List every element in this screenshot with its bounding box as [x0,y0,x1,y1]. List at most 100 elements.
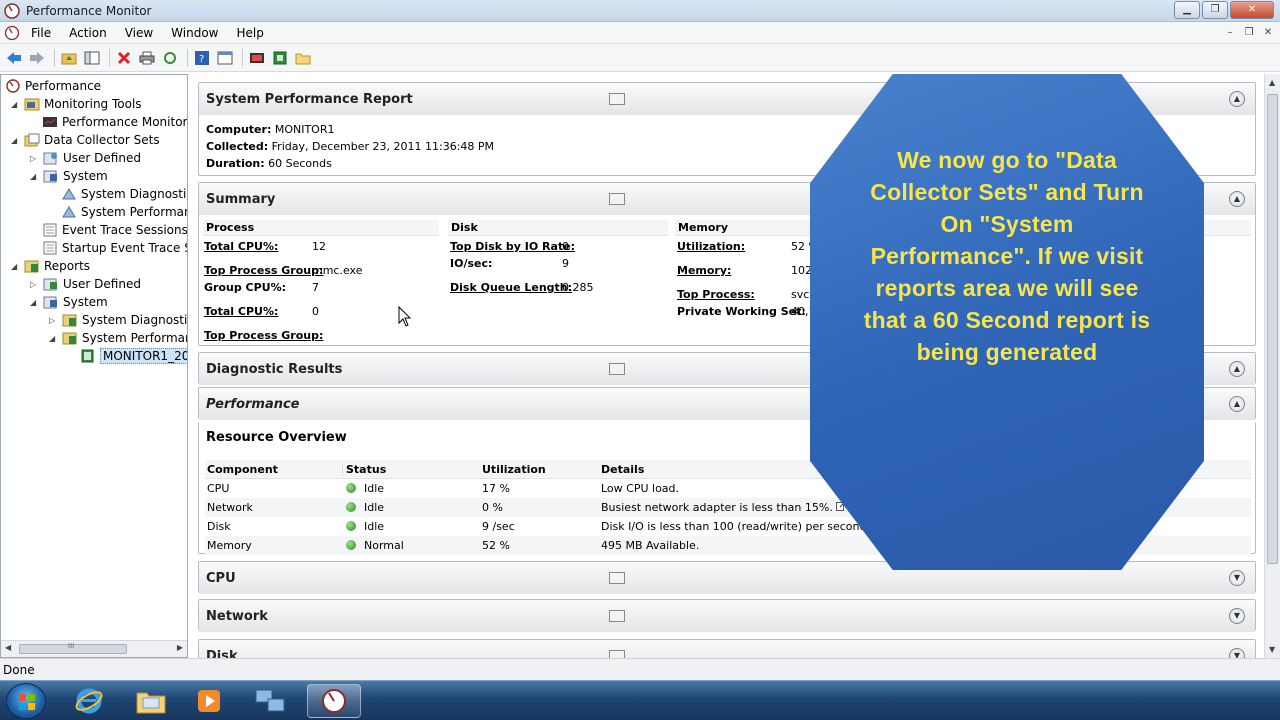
taskbar-internet-explorer[interactable] [62,684,116,718]
menu-file[interactable]: File [22,26,60,40]
expand-arrow-icon[interactable]: ◢ [30,172,40,181]
menu-window[interactable]: Window [162,26,227,40]
expand-arrow-icon[interactable]: ▷ [30,154,40,163]
mdi-minimize-button[interactable]: – [1222,25,1238,41]
window-title: Performance Monitor [26,3,152,18]
tree-item-monitoring-tools[interactable]: ◢ Monitoring Tools [11,95,142,113]
mdi-close-button[interactable]: ✕ [1260,25,1276,41]
expand-arrow-icon[interactable]: ◢ [11,100,21,109]
table-view-icon[interactable] [609,363,625,375]
io-sec-label: IO/sec: [450,257,493,270]
expand-icon[interactable]: ▼ [1229,570,1245,586]
column-header-component[interactable]: Component [207,463,343,476]
properties-button[interactable] [215,48,235,68]
menu-action[interactable]: Action [60,26,116,40]
tree-horizontal-scrollbar[interactable]: ◀ III ▶ [1,640,187,657]
disk-header[interactable]: Disk ▼ [199,640,1255,658]
close-button[interactable]: ✕ [1230,1,1274,19]
expand-arrow-icon[interactable]: ◢ [49,334,59,343]
total-cpu-link[interactable]: Total CPU%: [204,240,278,253]
taskbar-media-player[interactable] [182,684,236,718]
tree-item-dcs-system-diagnostics[interactable]: System Diagnostics [61,185,187,203]
top-process-group-link-2[interactable]: Top Process Group: [204,329,323,342]
tree-item-startup-event-trace[interactable]: Startup Event Trace Ses [42,239,187,257]
expand-arrow-icon[interactable]: ▷ [30,280,40,289]
table-view-icon[interactable] [609,572,625,584]
back-button[interactable] [4,48,24,68]
menu-view[interactable]: View [116,26,162,40]
tree-item-reports[interactable]: ◢ Reports [11,257,90,275]
table-view-icon[interactable] [609,193,625,205]
tree-item-reports-user-defined[interactable]: ▷ User Defined [30,275,141,293]
memory-utilization-link[interactable]: Utilization: [677,240,745,253]
mdi-restore-button[interactable]: ❐ [1241,25,1257,41]
table-view-icon[interactable] [609,610,625,622]
scroll-left-icon[interactable]: ◀ [5,643,11,652]
column-header-utilization[interactable]: Utilization [482,463,598,476]
disk-queue-length-link[interactable]: Disk Queue Length: [450,281,572,294]
taskbar-performance-monitor[interactable] [307,684,361,718]
show-hide-tree-button[interactable] [82,48,102,68]
stop-button[interactable] [247,48,267,68]
network-header[interactable]: Network ▼ [199,600,1255,632]
minimize-button[interactable]: ▁ [1174,1,1200,19]
expand-arrow-icon[interactable]: ◢ [30,298,40,307]
tree-item-reports-system-diagnostics[interactable]: ▷ System Diagnostics [49,311,187,329]
column-header-details[interactable]: Details [601,463,644,476]
top-process-group-link[interactable]: Top Process Group: [204,264,323,277]
total-cpu-link-2[interactable]: Total CPU%: [204,305,278,318]
open-folder-button[interactable] [293,48,313,68]
top-disk-link[interactable]: Top Disk by IO Rate: [450,240,575,253]
scroll-down-icon[interactable]: ▼ [1269,645,1275,654]
start-button[interactable] [270,48,290,68]
expand-icon[interactable]: ▼ [1229,608,1245,624]
toolbar-separator [54,48,55,67]
report-vertical-scrollbar[interactable]: ▲ ▼ [1264,74,1280,658]
collapse-icon[interactable]: ▲ [1229,396,1245,412]
status-ok-icon [346,483,356,493]
top-process-link[interactable]: Top Process: [677,288,755,301]
menu-help[interactable]: Help [228,26,273,40]
expand-arrow-icon[interactable]: ◢ [11,136,21,145]
tree-item-monitor1-report[interactable]: MONITOR1_201 [80,347,187,365]
tree-item-performance-monitor[interactable]: Performance Monitor [42,113,187,131]
private-working-set-label: Private Working Set: [677,305,806,318]
scrollbar-thumb[interactable]: III [19,642,127,654]
delete-button[interactable] [114,48,134,68]
forward-button[interactable] [27,48,47,68]
tree-item-dcs-user-defined[interactable]: ▷ User Defined [30,149,141,167]
expand-icon[interactable]: ▼ [1229,648,1245,658]
print-button[interactable] [137,48,157,68]
help-button[interactable]: ? [192,48,212,68]
tree-item-dcs-system[interactable]: ◢ System [30,167,108,185]
taskbar-network-app[interactable] [243,684,297,718]
tree-item-performance[interactable]: Performance [5,77,101,95]
system-menu-icon[interactable] [4,25,20,41]
up-folder-button[interactable] [59,48,79,68]
expand-arrow-icon[interactable]: ◢ [11,262,21,271]
table-view-icon[interactable] [609,93,625,105]
scroll-up-icon[interactable]: ▲ [1269,78,1275,87]
status-cell: Idle [346,520,384,533]
column-header-status[interactable]: Status [346,463,478,476]
tree-item-reports-system-performance[interactable]: ◢ System Performanc [49,329,187,347]
memory-link[interactable]: Memory: [677,264,731,277]
table-view-icon[interactable] [609,650,625,658]
collapse-icon[interactable]: ▲ [1229,361,1245,377]
printer-icon [139,51,155,64]
console-tree-icon [84,51,100,64]
restore-button[interactable]: ❐ [1202,1,1228,19]
taskbar-explorer[interactable] [124,684,178,718]
tree-item-reports-system[interactable]: ◢ System [30,293,108,311]
collapse-icon[interactable]: ▲ [1229,91,1245,107]
tree-item-data-collector-sets[interactable]: ◢ Data Collector Sets [11,131,160,149]
tree-item-dcs-system-performance[interactable]: System Performanc [61,203,187,221]
collapse-icon[interactable]: ▲ [1229,191,1245,207]
tree-item-event-trace-sessions[interactable]: Event Trace Sessions [42,221,187,239]
scroll-right-icon[interactable]: ▶ [177,643,183,652]
start-button[interactable] [6,683,46,719]
scrollbar-thumb[interactable] [1267,94,1278,564]
refresh-button[interactable] [160,48,180,68]
performance-title: Performance [206,396,300,412]
expand-arrow-icon[interactable]: ▷ [49,316,59,325]
